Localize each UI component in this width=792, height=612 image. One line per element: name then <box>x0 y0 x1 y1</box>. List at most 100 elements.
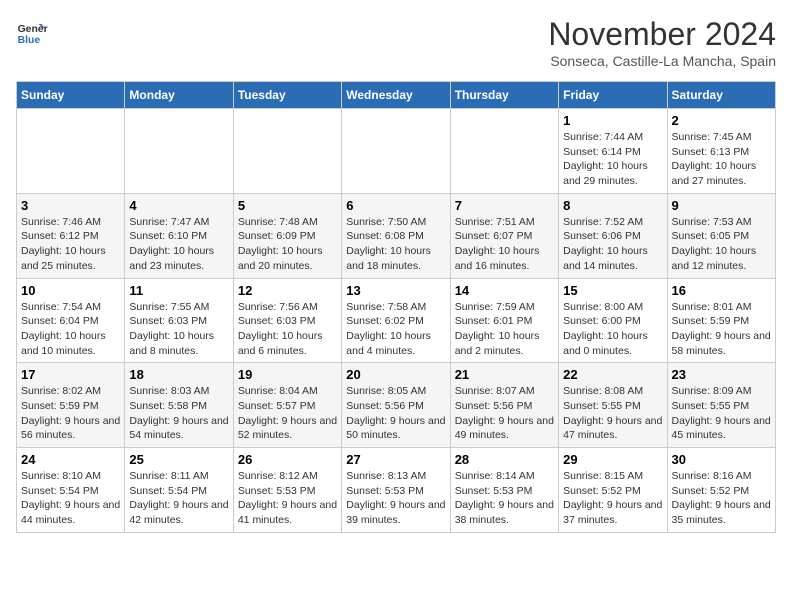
day-info: Sunrise: 8:09 AMSunset: 5:55 PMDaylight:… <box>672 384 771 443</box>
day-info: Sunrise: 8:14 AMSunset: 5:53 PMDaylight:… <box>455 469 554 528</box>
calendar-cell: 22 Sunrise: 8:08 AMSunset: 5:55 PMDayligh… <box>559 363 667 448</box>
calendar-cell: 1 Sunrise: 7:44 AMSunset: 6:14 PMDaylight… <box>559 109 667 194</box>
day-info: Sunrise: 8:11 AMSunset: 5:54 PMDaylight:… <box>129 469 228 528</box>
day-number: 15 <box>563 283 662 298</box>
calendar-cell: 28 Sunrise: 8:14 AMSunset: 5:53 PMDayligh… <box>450 448 558 533</box>
day-info: Sunrise: 8:08 AMSunset: 5:55 PMDaylight:… <box>563 384 662 443</box>
day-info: Sunrise: 7:55 AMSunset: 6:03 PMDaylight:… <box>129 300 228 359</box>
calendar-cell <box>450 109 558 194</box>
day-number: 25 <box>129 452 228 467</box>
day-info: Sunrise: 8:16 AMSunset: 5:52 PMDaylight:… <box>672 469 771 528</box>
day-info: Sunrise: 7:48 AMSunset: 6:09 PMDaylight:… <box>238 215 337 274</box>
day-info: Sunrise: 7:54 AMSunset: 6:04 PMDaylight:… <box>21 300 120 359</box>
day-number: 8 <box>563 198 662 213</box>
calendar-cell: 6Sunrise: 7:50 AMSunset: 6:08 PMDaylight… <box>342 193 450 278</box>
day-info: Sunrise: 7:58 AMSunset: 6:02 PMDaylight:… <box>346 300 445 359</box>
day-info: Sunrise: 8:01 AMSunset: 5:59 PMDaylight:… <box>672 300 771 359</box>
day-number: 18 <box>129 367 228 382</box>
day-number: 2 <box>672 113 771 128</box>
calendar-cell: 18Sunrise: 8:03 AMSunset: 5:58 PMDayligh… <box>125 363 233 448</box>
svg-text:General: General <box>18 24 48 35</box>
day-number: 10 <box>21 283 120 298</box>
location-subtitle: Sonseca, Castille-La Mancha, Spain <box>548 53 776 69</box>
day-number: 14 <box>455 283 554 298</box>
day-number: 26 <box>238 452 337 467</box>
day-header-wednesday: Wednesday <box>342 82 450 109</box>
calendar-cell: 27 Sunrise: 8:13 AMSunset: 5:53 PMDayligh… <box>342 448 450 533</box>
day-number: 29 <box>563 452 662 467</box>
calendar-table: SundayMondayTuesdayWednesdayThursdayFrid… <box>16 81 776 533</box>
day-info: Sunrise: 7:51 AMSunset: 6:07 PMDaylight:… <box>455 215 554 274</box>
page-header: General Blue November 2024 Sonseca, Cast… <box>16 16 776 69</box>
day-number: 27 <box>346 452 445 467</box>
logo-icon: General Blue <box>16 16 48 48</box>
day-number: 24 <box>21 452 120 467</box>
day-number: 12 <box>238 283 337 298</box>
day-info: Sunrise: 7:59 AMSunset: 6:01 PMDaylight:… <box>455 300 554 359</box>
calendar-cell: 21 Sunrise: 8:07 AMSunset: 5:56 PMDayligh… <box>450 363 558 448</box>
calendar-cell: 16 Sunrise: 8:01 AMSunset: 5:59 PMDayligh… <box>667 278 775 363</box>
day-number: 7 <box>455 198 554 213</box>
calendar-cell: 5 Sunrise: 7:48 AMSunset: 6:09 PMDaylight… <box>233 193 341 278</box>
calendar-cell: 4Sunrise: 7:47 AMSunset: 6:10 PMDaylight… <box>125 193 233 278</box>
day-number: 22 <box>563 367 662 382</box>
day-number: 23 <box>672 367 771 382</box>
day-info: Sunrise: 7:53 AMSunset: 6:05 PMDaylight:… <box>672 215 771 274</box>
calendar-cell: 9 Sunrise: 7:53 AMSunset: 6:05 PMDaylight… <box>667 193 775 278</box>
calendar-cell: 25 Sunrise: 8:11 AMSunset: 5:54 PMDayligh… <box>125 448 233 533</box>
calendar-cell: 12 Sunrise: 7:56 AMSunset: 6:03 PMDayligh… <box>233 278 341 363</box>
day-number: 17 <box>21 367 120 382</box>
day-info: Sunrise: 8:04 AMSunset: 5:57 PMDaylight:… <box>238 384 337 443</box>
day-number: 1 <box>563 113 662 128</box>
day-info: Sunrise: 8:10 AMSunset: 5:54 PMDaylight:… <box>21 469 120 528</box>
day-number: 30 <box>672 452 771 467</box>
calendar-cell: 8 Sunrise: 7:52 AMSunset: 6:06 PMDaylight… <box>559 193 667 278</box>
calendar-cell: 15 Sunrise: 8:00 AMSunset: 6:00 PMDayligh… <box>559 278 667 363</box>
calendar-cell: 11 Sunrise: 7:55 AMSunset: 6:03 PMDayligh… <box>125 278 233 363</box>
day-number: 9 <box>672 198 771 213</box>
day-number: 13 <box>346 283 445 298</box>
day-info: Sunrise: 7:44 AMSunset: 6:14 PMDaylight:… <box>563 130 662 189</box>
logo: General Blue <box>16 16 48 48</box>
day-info: Sunrise: 8:13 AMSunset: 5:53 PMDaylight:… <box>346 469 445 528</box>
day-info: Sunrise: 8:00 AMSunset: 6:00 PMDaylight:… <box>563 300 662 359</box>
calendar-cell: 10 Sunrise: 7:54 AMSunset: 6:04 PMDayligh… <box>17 278 125 363</box>
day-number: 21 <box>455 367 554 382</box>
day-info: Sunrise: 7:50 AMSunset: 6:08 PMDaylight:… <box>346 215 445 274</box>
day-info: Sunrise: 8:05 AMSunset: 5:56 PMDaylight:… <box>346 384 445 443</box>
calendar-cell <box>342 109 450 194</box>
day-info: Sunrise: 7:56 AMSunset: 6:03 PMDaylight:… <box>238 300 337 359</box>
day-header-tuesday: Tuesday <box>233 82 341 109</box>
calendar-cell: 3 Sunrise: 7:46 AMSunset: 6:12 PMDaylight… <box>17 193 125 278</box>
calendar-cell <box>233 109 341 194</box>
day-number: 28 <box>455 452 554 467</box>
calendar-cell: 30 Sunrise: 8:16 AMSunset: 5:52 PMDayligh… <box>667 448 775 533</box>
day-number: 4 <box>129 198 228 213</box>
calendar-cell: 7 Sunrise: 7:51 AMSunset: 6:07 PMDaylight… <box>450 193 558 278</box>
svg-text:Blue: Blue <box>18 35 41 46</box>
day-info: Sunrise: 7:52 AMSunset: 6:06 PMDaylight:… <box>563 215 662 274</box>
month-title: November 2024 <box>548 16 776 53</box>
day-info: Sunrise: 7:46 AMSunset: 6:12 PMDaylight:… <box>21 215 120 274</box>
day-info: Sunrise: 8:15 AMSunset: 5:52 PMDaylight:… <box>563 469 662 528</box>
calendar-cell: 2 Sunrise: 7:45 AMSunset: 6:13 PMDaylight… <box>667 109 775 194</box>
day-info: Sunrise: 7:45 AMSunset: 6:13 PMDaylight:… <box>672 130 771 189</box>
day-number: 19 <box>238 367 337 382</box>
calendar-cell: 24 Sunrise: 8:10 AMSunset: 5:54 PMDayligh… <box>17 448 125 533</box>
day-info: Sunrise: 8:12 AMSunset: 5:53 PMDaylight:… <box>238 469 337 528</box>
day-header-sunday: Sunday <box>17 82 125 109</box>
calendar-cell: 13 Sunrise: 7:58 AMSunset: 6:02 PMDayligh… <box>342 278 450 363</box>
day-number: 5 <box>238 198 337 213</box>
calendar-cell: 20 Sunrise: 8:05 AMSunset: 5:56 PMDayligh… <box>342 363 450 448</box>
calendar-cell: 29 Sunrise: 8:15 AMSunset: 5:52 PMDayligh… <box>559 448 667 533</box>
day-info: Sunrise: 8:07 AMSunset: 5:56 PMDaylight:… <box>455 384 554 443</box>
day-number: 3 <box>21 198 120 213</box>
day-number: 11 <box>129 283 228 298</box>
calendar-cell: 17Sunrise: 8:02 AMSunset: 5:59 PMDayligh… <box>17 363 125 448</box>
day-header-thursday: Thursday <box>450 82 558 109</box>
day-header-friday: Friday <box>559 82 667 109</box>
calendar-cell: 26 Sunrise: 8:12 AMSunset: 5:53 PMDayligh… <box>233 448 341 533</box>
day-number: 20 <box>346 367 445 382</box>
day-number: 16 <box>672 283 771 298</box>
calendar-cell: 19 Sunrise: 8:04 AMSunset: 5:57 PMDayligh… <box>233 363 341 448</box>
